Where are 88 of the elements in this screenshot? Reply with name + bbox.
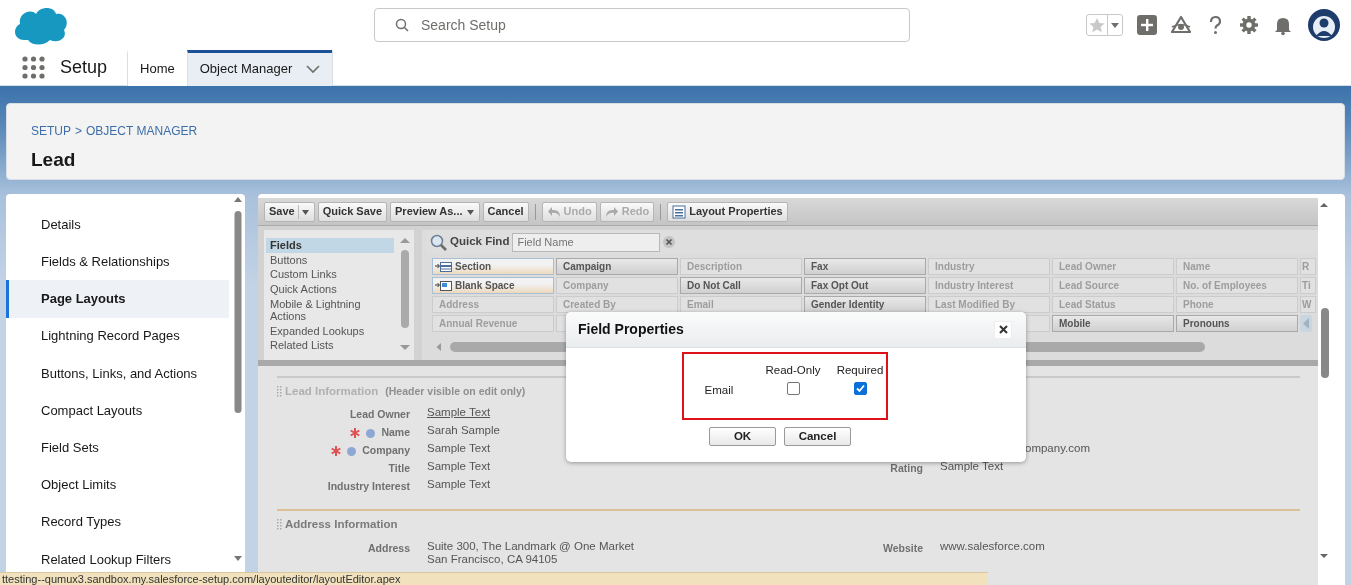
column-header: Required [836, 363, 884, 378]
search-icon [430, 233, 447, 251]
field-tile[interactable]: Fax Opt Out [804, 277, 926, 294]
field-tile[interactable]: Pronouns [1176, 315, 1298, 332]
field-label: Rating [890, 461, 923, 477]
drag-handle-icon[interactable] [277, 519, 282, 531]
category-item[interactable]: Buttons [266, 252, 394, 268]
field-value-link[interactable]: Sample Text [427, 405, 491, 420]
sidebar-item[interactable]: Lightning Record Pages [6, 317, 229, 355]
clear-icon[interactable] [663, 236, 676, 248]
section-note: (Header visible on edit only) [385, 383, 526, 399]
element-tile[interactable]: Blank Space [432, 277, 554, 294]
link-url-tooltip: ttesting--qumux3.sandbox.my.salesforce-setup.com/layouteditor/layoutEditor.apex [0, 572, 988, 585]
search-icon [395, 18, 409, 32]
quick-find-field[interactable]: Field Name [512, 232, 661, 252]
breadcrumb-separator: > [75, 123, 83, 140]
sidebar-item[interactable]: Record Types [6, 503, 229, 541]
nav-tab[interactable]: Home [127, 49, 187, 86]
sidebar-item[interactable]: Buttons, Links, and Actions [6, 354, 229, 392]
field-value: Suite 300, The Landmark @ One Market San Francisco, CA 94105 [427, 538, 635, 566]
field-label: Name [381, 425, 410, 441]
chevron-down-icon[interactable] [306, 64, 321, 74]
sidebar-item[interactable]: Page Layouts [6, 280, 229, 318]
field-value: Sample Text [940, 459, 1004, 474]
favorites-button[interactable] [1086, 14, 1123, 36]
category-item[interactable]: Quick Actions [266, 281, 394, 297]
sidebar-item[interactable]: Object Limits [6, 466, 229, 504]
blank-space-icon [435, 280, 452, 291]
category-item[interactable]: Custom Links [266, 267, 394, 282]
checkbox[interactable] [786, 382, 800, 396]
field-value: Sample Text [427, 459, 491, 474]
caret-icon[interactable] [297, 204, 310, 219]
toolbar-button[interactable]: Save [264, 201, 315, 222]
settings-icon[interactable] [1239, 15, 1259, 35]
app-title: Setup [60, 56, 108, 79]
field-label: Title [388, 461, 410, 477]
drag-handle-icon[interactable] [277, 386, 282, 398]
category-item[interactable]: Fields [266, 238, 394, 253]
page-title: Lead [31, 148, 77, 172]
field-tile[interactable]: Campaign [556, 258, 678, 275]
field-value: Sarah Sample [427, 423, 500, 438]
sidebar-item[interactable]: Details [6, 206, 229, 244]
sidebar-item[interactable]: Field Sets [6, 429, 229, 467]
layout-properties-button[interactable]: Layout Properties [667, 201, 788, 222]
field-value: Sample Text [427, 477, 491, 492]
field-tile[interactable]: Do Not Call [680, 277, 802, 294]
column-header: Read-Only [765, 363, 821, 378]
caret-icon [1107, 15, 1122, 35]
undo-arrow-icon [546, 205, 561, 218]
redo-arrow-icon [604, 205, 619, 218]
checkbox[interactable] [853, 382, 867, 396]
section-title: Address Information [285, 517, 398, 533]
field-value: www.salesforce.com [940, 538, 1045, 553]
toolbar-button[interactable]: Cancel [482, 201, 529, 222]
close-icon [998, 325, 1008, 334]
field-label: Company [362, 443, 410, 459]
field-label: Industry Interest [327, 479, 410, 495]
field-label: Website [882, 540, 923, 556]
toolbar-button[interactable]: Preview As... [390, 201, 480, 222]
dialog-title: Field Properties [578, 320, 684, 339]
sidebar-item[interactable]: Compact Layouts [6, 391, 229, 430]
field-label: Email [704, 383, 734, 399]
field-label: Address [368, 540, 410, 556]
list-icon [672, 204, 687, 219]
section-icon [435, 261, 452, 272]
close-button[interactable] [994, 320, 1012, 339]
category-item[interactable]: Expanded Lookups [266, 323, 394, 339]
sidebar-item[interactable]: Fields & Relationships [6, 243, 229, 281]
toolbar-button[interactable]: Quick Save [317, 201, 388, 222]
avatar-icon[interactable] [1307, 8, 1341, 42]
breadcrumb-link[interactable]: SETUP [31, 122, 71, 140]
element-tile[interactable]: Section [432, 258, 554, 275]
field-value: ompany.com [1025, 441, 1090, 456]
add-icon[interactable] [1137, 15, 1157, 35]
app-launcher-icon[interactable] [22, 55, 46, 80]
field-tile[interactable]: Fax [804, 258, 926, 275]
dialog-button[interactable]: OK [709, 427, 776, 446]
breadcrumb-link[interactable]: OBJECT MANAGER [86, 122, 198, 140]
category-item[interactable]: Mobile & Lightning Actions [266, 296, 394, 324]
quick-find-label: Quick Find [450, 234, 510, 250]
mountain-icon[interactable] [1171, 15, 1191, 35]
category-item[interactable]: Related Lists [266, 338, 394, 354]
field-label: Lead Owner [349, 407, 410, 423]
search-field[interactable]: Search Setup [374, 8, 910, 42]
dialog-button[interactable]: Cancel [784, 427, 851, 446]
field-tile[interactable]: Mobile [1052, 315, 1174, 332]
field-value: Sample Text [427, 441, 491, 456]
nav-tab[interactable]: Object Manager [186, 49, 333, 86]
